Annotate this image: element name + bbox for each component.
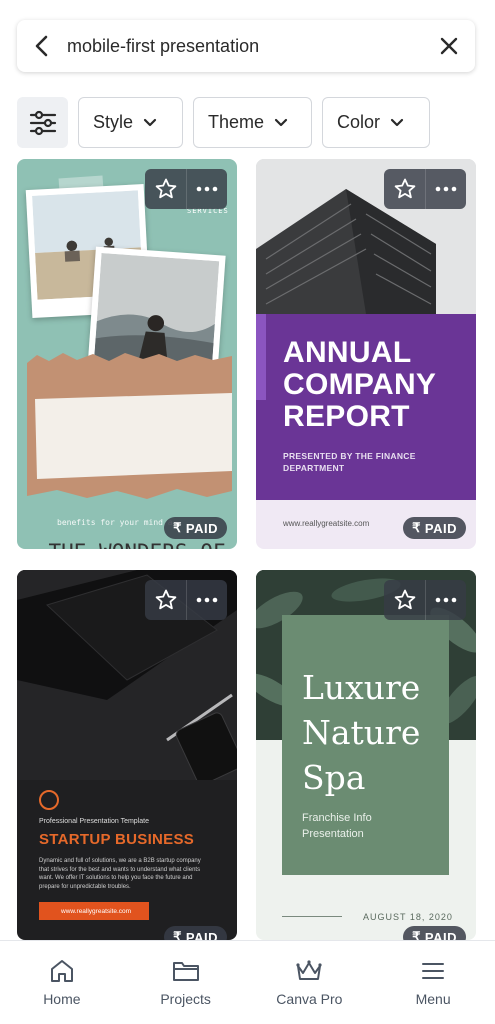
badge-label: PAID (424, 929, 457, 941)
filter-bar: Style Theme Color (17, 97, 430, 148)
nav-projects-label: Projects (160, 991, 211, 1007)
template-subtitle: benefits for your mind a (57, 518, 173, 527)
template-card-annual-report[interactable]: ANNUAL COMPANY REPORT PRESENTED BY THE F… (256, 159, 476, 549)
filter-theme-dropdown[interactable]: Theme (193, 97, 312, 148)
favorite-button[interactable] (145, 169, 186, 209)
card-toolbar (145, 580, 227, 620)
more-horizontal-icon (435, 186, 457, 192)
template-card-meditation[interactable]: THE WONDERS OF MEDITATION SERVICES benef… (17, 159, 237, 549)
template-subtitle: Franchise Info Presentation (302, 810, 372, 842)
template-cta: www.reallygreatsite.com (39, 902, 149, 920)
filter-settings-button[interactable] (17, 97, 68, 148)
app-root: mobile-first presentation Style Theme Co… (0, 0, 495, 1024)
star-icon (155, 589, 176, 610)
favorite-button[interactable] (384, 169, 425, 209)
paid-badge: ₹ PAID (403, 926, 466, 940)
nav-home[interactable]: Home (0, 941, 124, 1024)
title-line: COMPANY (283, 368, 437, 401)
close-icon (440, 37, 458, 55)
menu-icon (422, 963, 445, 979)
bottom-navigation: Home Projects Canva Pro Menu (0, 940, 495, 1024)
nav-menu[interactable]: Menu (371, 941, 495, 1024)
card-toolbar (384, 169, 466, 209)
card-toolbar (384, 580, 466, 620)
star-icon (394, 178, 415, 199)
search-input[interactable]: mobile-first presentation (67, 36, 423, 57)
subtitle-line: Presentation (302, 828, 364, 840)
template-card-startup-business[interactable]: Professional Presentation Template START… (17, 570, 237, 940)
folder-icon (172, 962, 199, 981)
paid-badge: ₹ PAID (164, 926, 227, 940)
favorite-button[interactable] (145, 580, 186, 620)
more-horizontal-icon (196, 186, 218, 192)
chevron-left-icon (35, 35, 48, 57)
rupee-icon: ₹ (412, 520, 421, 535)
sliders-icon (29, 110, 56, 135)
title-line: ANNUAL (283, 336, 412, 369)
paid-badge: ₹ PAID (164, 517, 227, 539)
more-options-button[interactable] (186, 169, 227, 209)
torn-paper-decoration (27, 353, 232, 499)
nav-canva-pro[interactable]: Canva Pro (248, 941, 372, 1024)
template-subtitle: PRESENTED BY THE FINANCE DEPARTMENT (283, 451, 416, 473)
rupee-icon: ₹ (173, 929, 182, 940)
more-options-button[interactable] (425, 580, 466, 620)
brand-logo-icon (39, 790, 59, 810)
template-title: ANNUAL COMPANY REPORT (283, 337, 436, 433)
paid-badge: ₹ PAID (403, 517, 466, 539)
filter-color-label: Color (337, 112, 381, 132)
template-title: STARTUP BUSINESS (39, 831, 195, 848)
divider-line (282, 916, 342, 917)
nav-canva-pro-label: Canva Pro (276, 991, 343, 1007)
subtitle-line: Franchise Info (302, 812, 372, 824)
chevron-down-icon (390, 118, 404, 126)
filter-style-label: Style (93, 112, 134, 132)
template-date: AUGUST 18, 2020 (363, 912, 453, 922)
crown-icon (296, 960, 322, 980)
home-icon (50, 960, 73, 982)
more-horizontal-icon (196, 597, 218, 603)
clear-search-button[interactable] (423, 20, 475, 72)
badge-label: PAID (424, 520, 457, 536)
title-line: Luxure (302, 668, 421, 707)
more-options-button[interactable] (186, 580, 227, 620)
back-button[interactable] (17, 20, 67, 72)
template-title: THE WONDERS OF MEDITATION (41, 539, 233, 549)
chevron-down-icon (143, 118, 157, 126)
filter-color-dropdown[interactable]: Color (322, 97, 430, 148)
report-accent (256, 314, 266, 400)
filter-theme-label: Theme (208, 112, 265, 132)
chevron-down-icon (274, 118, 288, 126)
template-kicker: Professional Presentation Template (39, 818, 149, 825)
title-line: Spa (302, 758, 366, 797)
favorite-button[interactable] (384, 580, 425, 620)
title-line: Nature (302, 713, 421, 752)
template-title: Luxure Nature Spa (302, 665, 420, 800)
more-options-button[interactable] (425, 169, 466, 209)
more-horizontal-icon (435, 597, 457, 603)
template-site: www.reallygreatsite.com (283, 519, 370, 528)
search-bar: mobile-first presentation (17, 20, 475, 72)
nav-home-label: Home (43, 991, 81, 1007)
title-line: REPORT (283, 400, 410, 433)
nav-menu-label: Menu (415, 991, 451, 1007)
spa-panel: Luxure Nature Spa Franchise Info Present… (282, 615, 449, 875)
star-icon (394, 589, 415, 610)
filter-style-dropdown[interactable]: Style (78, 97, 183, 148)
card-toolbar (145, 169, 227, 209)
star-icon (155, 178, 176, 199)
template-body: Dynamic and full of solutions, we are a … (39, 858, 201, 890)
rupee-icon: ₹ (173, 520, 182, 535)
badge-label: PAID (185, 520, 218, 536)
template-card-nature-spa[interactable]: Luxure Nature Spa Franchise Info Present… (256, 570, 476, 940)
badge-label: PAID (185, 929, 218, 941)
nav-projects[interactable]: Projects (124, 941, 248, 1024)
rupee-icon: ₹ (412, 929, 421, 940)
